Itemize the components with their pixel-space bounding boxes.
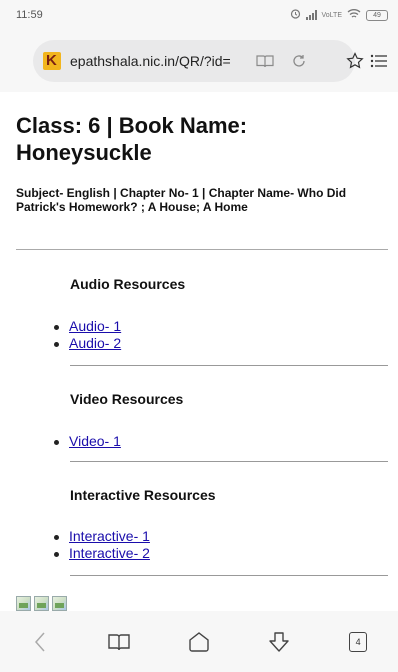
alarm-icon [290,8,301,22]
reader-mode-icon[interactable] [248,44,282,78]
lte-icon: VoLTE [321,11,343,19]
broken-image-icon[interactable] [34,596,49,611]
tab-count: 4 [349,631,368,652]
video-heading: Video Resources [70,391,184,407]
audio-2-link[interactable]: Audio- 2 [69,335,121,351]
bookmarks-icon[interactable] [99,622,139,662]
divider [70,461,388,462]
page-content: Class: 6 | Book Name: Honeysuckle Subjec… [16,112,390,576]
back-icon[interactable] [20,622,60,662]
wifi-icon [347,8,361,22]
divider [16,249,388,250]
broken-image-icon[interactable] [16,596,31,611]
url-bar[interactable]: epathshala.nic.in/QR/?id= [33,40,355,82]
status-bar: 11:59 VoLTE 49 [0,0,398,30]
divider [70,365,388,366]
home-icon[interactable] [179,622,219,662]
page-title: Class: 6 | Book Name: Honeysuckle [16,113,248,165]
toolbar-right [346,51,388,71]
image-thumbnails [16,596,67,611]
bottom-nav: 4 [0,611,398,672]
reload-icon[interactable] [282,44,316,78]
video-1-link[interactable]: Video- 1 [69,433,121,449]
list-item: Interactive- 1 [54,528,150,545]
status-icons: VoLTE 49 [290,8,388,22]
interactive-1-link[interactable]: Interactive- 1 [69,528,150,544]
tabs-icon[interactable]: 4 [338,622,378,662]
star-icon[interactable] [346,51,364,71]
url-text[interactable]: epathshala.nic.in/QR/?id= [70,53,248,69]
battery-icon: 49 [366,9,388,21]
interactive-list: Interactive- 1 Interactive- 2 [54,528,150,562]
status-time: 11:59 [16,9,43,21]
audio-list: Audio- 1 Audio- 2 [54,318,121,352]
signal-icon [305,10,317,20]
broken-image-icon[interactable] [52,596,67,611]
audio-heading: Audio Resources [70,276,186,292]
battery-level: 49 [373,11,381,19]
download-icon[interactable] [259,622,299,662]
list-item: Interactive- 2 [54,545,150,562]
page-subtitle: Subject- English | Chapter No- 1 | Chapt… [16,186,347,214]
interactive-2-link[interactable]: Interactive- 2 [69,545,150,561]
list-item: Video- 1 [54,433,121,450]
list-item: Audio- 1 [54,318,121,335]
interactive-heading: Interactive Resources [70,487,216,503]
menu-icon[interactable] [370,51,388,71]
audio-1-link[interactable]: Audio- 1 [69,318,121,334]
browser-header: epathshala.nic.in/QR/?id= [0,30,398,92]
divider [70,575,388,576]
list-item: Audio- 2 [54,335,121,352]
site-favicon-icon [43,52,61,70]
video-list: Video- 1 [54,433,121,450]
